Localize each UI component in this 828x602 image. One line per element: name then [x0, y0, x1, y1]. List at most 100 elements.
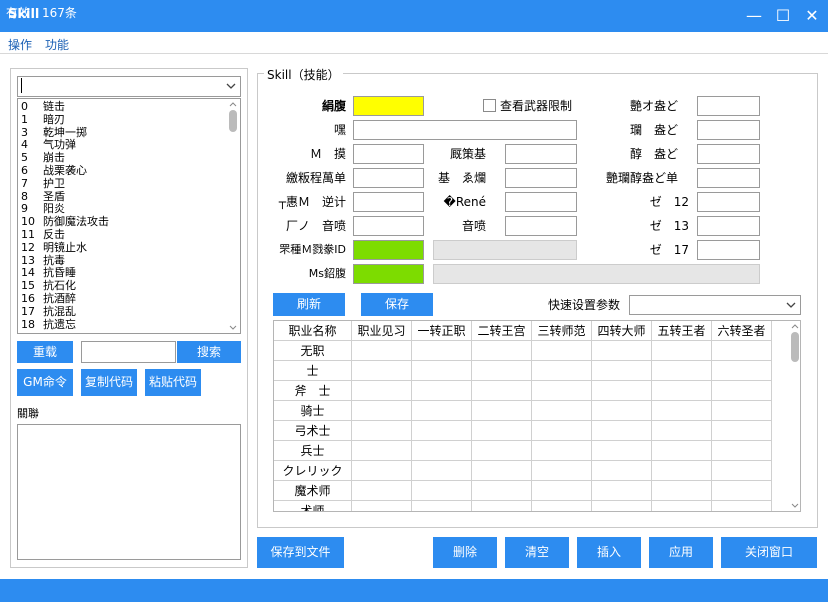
grid-cell[interactable] — [532, 461, 592, 481]
grid-cell[interactable] — [712, 441, 772, 461]
grid-row-header[interactable]: 魔术师 — [274, 481, 352, 501]
grid-cell[interactable] — [712, 421, 772, 441]
grid-cell[interactable] — [592, 421, 652, 441]
grid-row-header[interactable]: 弓术士 — [274, 421, 352, 441]
grid-cell[interactable] — [472, 461, 532, 481]
grid-cell[interactable] — [472, 381, 532, 401]
list-item[interactable]: 15 抗石化 — [21, 280, 76, 292]
mp-icon-field[interactable] — [353, 240, 424, 260]
grid-cell[interactable] — [472, 361, 532, 381]
field-f[interactable] — [505, 168, 577, 188]
grid-header[interactable]: 五转王者 — [652, 321, 712, 341]
field-h[interactable] — [505, 216, 577, 236]
grid-cell[interactable] — [352, 361, 412, 381]
notes-textarea[interactable] — [17, 424, 241, 560]
close-window-button[interactable]: ✕ — [800, 4, 824, 28]
list-item[interactable]: 13 抗毒 — [21, 254, 65, 267]
grid-cell[interactable] — [532, 361, 592, 381]
grid-cell[interactable] — [352, 481, 412, 501]
grid-row-header[interactable]: 无职 — [274, 341, 352, 361]
grid-cell[interactable] — [712, 501, 772, 511]
list-item[interactable]: 16 抗酒醉 — [21, 293, 76, 305]
search-input[interactable] — [81, 341, 176, 363]
grid-header[interactable]: 职业名称 — [274, 321, 352, 341]
grid-cell[interactable] — [592, 381, 652, 401]
maximize-button[interactable]: ☐ — [771, 4, 795, 28]
grid-cell[interactable] — [412, 441, 472, 461]
grid-cell[interactable] — [412, 361, 472, 381]
grid-cell[interactable] — [532, 341, 592, 361]
field-o[interactable] — [697, 240, 760, 260]
list-scroll-thumb[interactable] — [229, 110, 237, 132]
list-scrollbar[interactable] — [228, 100, 238, 332]
grid-cell[interactable] — [652, 461, 712, 481]
list-item[interactable]: 10 防御魔法攻击 — [21, 216, 109, 228]
copy-code-button[interactable]: 复制代码 — [81, 369, 137, 396]
menu-function[interactable]: 功能 — [45, 36, 69, 53]
grid-cell[interactable] — [652, 341, 712, 361]
weapon-limit-checkbox[interactable] — [483, 99, 496, 112]
list-item[interactable]: 9 阳炎 — [21, 203, 65, 215]
grid-cell[interactable] — [652, 501, 712, 511]
grid-row-header[interactable]: 术师 — [274, 501, 352, 511]
grid-cell[interactable] — [712, 401, 772, 421]
grid-cell[interactable] — [352, 401, 412, 421]
field-d[interactable] — [353, 216, 424, 236]
apply-button[interactable]: 应用 — [649, 537, 713, 568]
field-e[interactable] — [505, 144, 577, 164]
grid-cell[interactable] — [532, 401, 592, 421]
grid-cell[interactable] — [592, 361, 652, 381]
insert-button[interactable]: 插入 — [577, 537, 641, 568]
grid-cell[interactable] — [472, 401, 532, 421]
grid-cell[interactable] — [712, 481, 772, 501]
grid-row-header[interactable]: 士 — [274, 361, 352, 381]
field-i[interactable] — [697, 96, 760, 116]
grid-header[interactable]: 六转圣者 — [712, 321, 772, 341]
refresh-button[interactable]: 刷新 — [273, 293, 345, 316]
field-j[interactable] — [697, 120, 760, 140]
grid-cell[interactable] — [592, 481, 652, 501]
grid-cell[interactable] — [352, 381, 412, 401]
grid-cell[interactable] — [412, 501, 472, 511]
grid-cell[interactable] — [352, 461, 412, 481]
grid-cell[interactable] — [652, 361, 712, 381]
grid-cell[interactable] — [652, 421, 712, 441]
minimize-button[interactable]: — — [742, 4, 766, 28]
grid-row-header[interactable]: 兵士 — [274, 441, 352, 461]
grid-cell[interactable] — [712, 361, 772, 381]
grid-cell[interactable] — [592, 501, 652, 511]
grid-cell[interactable] — [412, 481, 472, 501]
desc-field[interactable] — [353, 120, 577, 140]
grid-header[interactable]: 职业见习 — [352, 321, 412, 341]
field-c[interactable] — [353, 192, 424, 212]
grid-cell[interactable] — [712, 381, 772, 401]
grid-cell[interactable] — [412, 381, 472, 401]
grid-scroll-thumb[interactable] — [791, 332, 799, 362]
grid-cell[interactable] — [592, 461, 652, 481]
grid-cell[interactable] — [652, 481, 712, 501]
list-item[interactable]: 12 明镜止水 — [21, 241, 87, 254]
grid-cell[interactable] — [532, 441, 592, 461]
grid-cell[interactable] — [352, 441, 412, 461]
grid-cell[interactable] — [592, 401, 652, 421]
gm-command-button[interactable]: GM命令 — [17, 369, 73, 396]
grid-header[interactable]: 三转师范 — [532, 321, 592, 341]
list-item[interactable]: 7 护卫 — [21, 177, 65, 190]
grid-cell[interactable] — [472, 341, 532, 361]
grid-cell[interactable] — [412, 461, 472, 481]
grid-cell[interactable] — [412, 421, 472, 441]
field-l[interactable] — [697, 168, 760, 188]
grid-cell[interactable] — [352, 501, 412, 511]
grid-cell[interactable] — [712, 461, 772, 481]
save-to-file-button[interactable]: 保存到文件 — [257, 537, 344, 568]
skill-list[interactable]: 0 链击 1 暗刃 3 乾坤一掷 4 气功弹 5 崩击 6 战栗袭心 7 护卫 8 圣盾 9 阳炎 10 防御魔法攻击… — [17, 98, 241, 334]
grid-row-header[interactable]: 骑士 — [274, 401, 352, 421]
grid-cell[interactable] — [592, 341, 652, 361]
grid-cell[interactable] — [532, 481, 592, 501]
quick-settings-select[interactable] — [629, 295, 801, 315]
skill-combo[interactable] — [17, 76, 241, 97]
save-button[interactable]: 保存 — [361, 293, 433, 316]
field-a[interactable] — [353, 144, 424, 164]
grid-header[interactable]: 四转大师 — [592, 321, 652, 341]
grid-cell[interactable] — [652, 441, 712, 461]
